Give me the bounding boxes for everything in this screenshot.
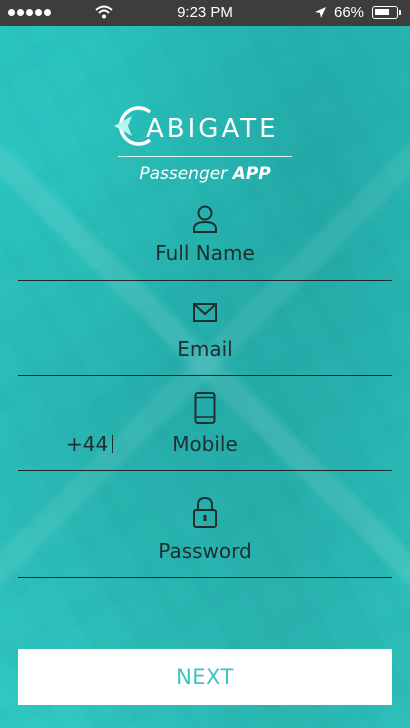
mobile-placeholder: Mobile <box>172 432 238 456</box>
password-field[interactable]: Password <box>18 497 392 580</box>
logo-divider <box>118 156 292 157</box>
password-placeholder: Password <box>158 539 252 563</box>
mobile-field[interactable]: +44 Mobile <box>18 392 392 472</box>
app-subtitle: Passenger APP <box>0 164 410 184</box>
user-icon <box>193 205 217 233</box>
email-underline <box>18 375 392 376</box>
subtitle-bold: APP <box>232 164 271 184</box>
lock-icon <box>193 497 217 528</box>
subtitle-regular: Passenger <box>139 164 233 184</box>
next-button[interactable]: NEXT <box>18 649 392 705</box>
mobile-underline <box>18 470 392 471</box>
logo-text: ABIGATE <box>146 114 279 144</box>
battery-icon <box>372 6 401 19</box>
full-name-placeholder: Full Name <box>155 241 255 265</box>
battery-percent: 66% <box>334 4 365 21</box>
envelope-icon <box>193 303 217 322</box>
location-arrow-icon <box>315 7 326 18</box>
email-field[interactable]: Email <box>18 300 392 377</box>
password-underline <box>18 577 392 578</box>
cabigate-logo: ABIGATE <box>110 100 300 160</box>
signup-screen: ABIGATE Passenger APP Full Name Email +4… <box>0 0 410 728</box>
status-bar: 9:23 PM 66% <box>0 0 410 26</box>
full-name-field[interactable]: Full Name <box>18 200 392 282</box>
email-placeholder: Email <box>177 337 233 361</box>
phone-icon <box>194 392 216 424</box>
full-name-underline <box>18 280 392 281</box>
